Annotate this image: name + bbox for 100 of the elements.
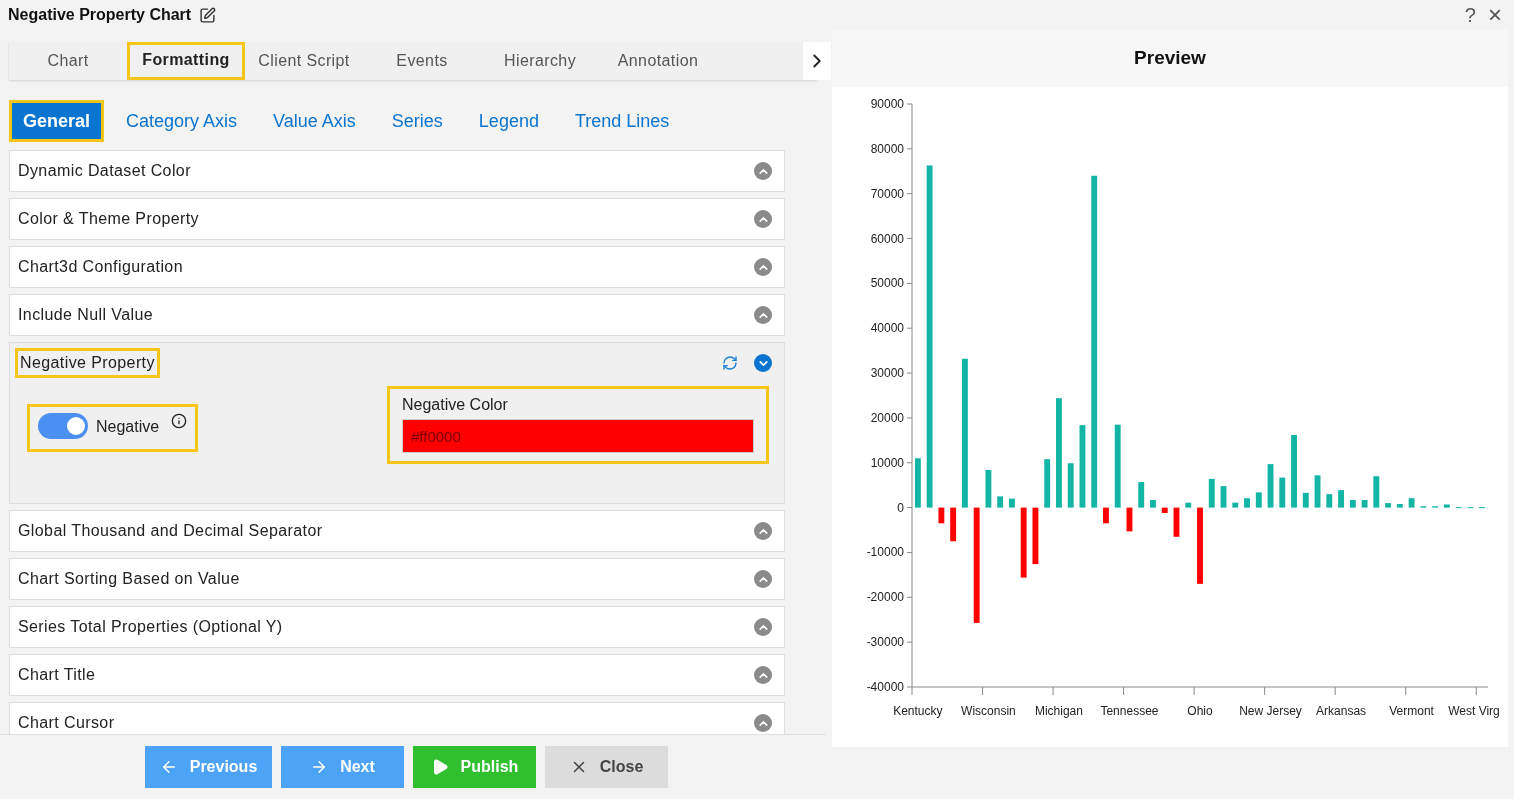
y-tick-label: -10000 xyxy=(866,545,904,560)
x-tick-label: Kentucky xyxy=(893,704,943,718)
accordion-header[interactable]: Chart3d Configuration xyxy=(9,246,785,288)
bar xyxy=(1067,463,1074,508)
x-tick-label: Michigan xyxy=(1034,704,1083,718)
bar xyxy=(1232,502,1239,508)
bar xyxy=(1032,507,1039,565)
bar xyxy=(1009,498,1015,508)
close-button[interactable]: × xyxy=(1488,3,1502,27)
accordion-header[interactable]: Chart Cursor xyxy=(9,702,785,734)
x-tick-label: Tennessee xyxy=(1100,704,1159,718)
subtab[interactable]: General xyxy=(9,100,105,142)
bar xyxy=(1138,482,1145,508)
section-title: Chart Title xyxy=(18,665,96,685)
x-tick-label: Wisconsin xyxy=(961,704,1016,718)
y-tick-label: 90000 xyxy=(870,97,904,111)
collapse-icon[interactable] xyxy=(754,666,772,684)
bar xyxy=(1220,486,1227,508)
y-tick-label: 30000 xyxy=(870,366,904,381)
accordion-header[interactable]: Chart Title xyxy=(9,654,785,696)
subtab[interactable]: Series xyxy=(377,100,457,142)
collapse-icon[interactable] xyxy=(754,306,772,324)
collapse-icon[interactable] xyxy=(754,714,772,732)
accordion-header[interactable]: Dynamic Dataset Color xyxy=(9,150,785,192)
collapse-icon[interactable] xyxy=(754,258,772,276)
tab[interactable]: Annotation xyxy=(599,42,717,80)
bar xyxy=(1044,459,1051,508)
tab[interactable]: Hierarchy xyxy=(481,42,599,80)
x-tick-label: Ohio xyxy=(1187,704,1213,718)
next-tabs-button[interactable] xyxy=(803,42,831,80)
y-tick-label: 80000 xyxy=(870,141,904,156)
refresh-icon[interactable] xyxy=(722,355,738,371)
subtab[interactable]: Trend Lines xyxy=(560,100,684,142)
accordion-header[interactable]: Color & Theme Property xyxy=(9,198,785,240)
help-button[interactable]: ? xyxy=(1464,0,1476,30)
bar xyxy=(1173,507,1180,537)
y-tick-label: 70000 xyxy=(870,186,904,201)
section-title: Negative Property xyxy=(18,351,157,375)
collapse-icon[interactable] xyxy=(754,570,772,588)
y-tick-label: -40000 xyxy=(866,680,904,694)
expand-icon[interactable] xyxy=(754,354,772,372)
collapse-icon[interactable] xyxy=(754,618,772,636)
collapse-icon[interactable] xyxy=(754,210,772,228)
window-title: Negative Property Chart xyxy=(8,5,192,25)
bar xyxy=(1185,502,1192,508)
bar xyxy=(914,458,921,508)
section-title: Chart3d Configuration xyxy=(18,257,183,277)
edit-icon[interactable] xyxy=(199,6,217,24)
y-tick-label: 10000 xyxy=(870,455,904,470)
tab[interactable]: Events xyxy=(363,42,481,80)
x-tick-label: Vermont xyxy=(1389,704,1434,718)
section-title: Global Thousand and Decimal Separator xyxy=(18,521,323,541)
bar xyxy=(1408,498,1415,508)
bar xyxy=(1020,507,1027,578)
bar xyxy=(1373,476,1380,508)
info-icon[interactable] xyxy=(171,413,188,429)
y-tick-label: 60000 xyxy=(870,231,904,246)
bar xyxy=(938,507,945,524)
accordion-header[interactable]: Series Total Properties (Optional Y) xyxy=(9,606,785,648)
bar xyxy=(1361,500,1368,508)
bar xyxy=(1349,500,1356,508)
y-tick-label: 50000 xyxy=(870,276,904,291)
field-label: Negative Color xyxy=(402,395,509,415)
y-tick-label: 20000 xyxy=(870,410,904,425)
subtab[interactable]: Value Axis xyxy=(259,100,370,142)
tab[interactable]: Client Script xyxy=(245,42,363,80)
toggle-label: Negative xyxy=(96,417,160,437)
toggle-switch[interactable] xyxy=(38,413,88,439)
bar xyxy=(1103,507,1109,524)
section-title: Chart Sorting Based on Value xyxy=(18,569,240,589)
bar xyxy=(1208,478,1215,508)
bar xyxy=(1244,498,1250,508)
accordion-header[interactable]: Global Thousand and Decimal Separator xyxy=(9,510,785,552)
collapse-icon[interactable] xyxy=(754,162,772,180)
section-title: Series Total Properties (Optional Y) xyxy=(18,617,283,637)
y-tick-label: -20000 xyxy=(866,590,904,605)
y-tick-label: -30000 xyxy=(866,635,904,650)
bar xyxy=(1161,507,1168,513)
tab[interactable]: Chart xyxy=(9,42,127,80)
y-tick-label: 0 xyxy=(897,500,904,515)
x-tick-label: Arkansas xyxy=(1316,704,1367,718)
tab[interactable]: Formatting xyxy=(127,42,245,80)
collapse-icon[interactable] xyxy=(754,522,772,540)
bar xyxy=(1326,494,1333,508)
y-tick-label: 40000 xyxy=(870,321,904,336)
subtab[interactable]: Legend xyxy=(464,100,553,142)
accordion-header[interactable]: Include Null Value xyxy=(9,294,785,336)
section-title: Include Null Value xyxy=(18,305,153,325)
section-title: Dynamic Dataset Color xyxy=(18,161,191,181)
bar xyxy=(1150,500,1156,508)
bar xyxy=(1443,504,1450,508)
accordion-header[interactable]: Chart Sorting Based on Value xyxy=(9,558,785,600)
bar xyxy=(1396,504,1403,508)
bar xyxy=(997,496,1004,508)
x-tick-label: West Virg xyxy=(1448,704,1500,718)
bar xyxy=(1314,475,1321,508)
section-title: Color & Theme Property xyxy=(18,209,200,229)
bar xyxy=(1279,477,1286,508)
subtab[interactable]: Category Axis xyxy=(112,100,252,142)
close-button[interactable]: Close xyxy=(545,746,668,788)
